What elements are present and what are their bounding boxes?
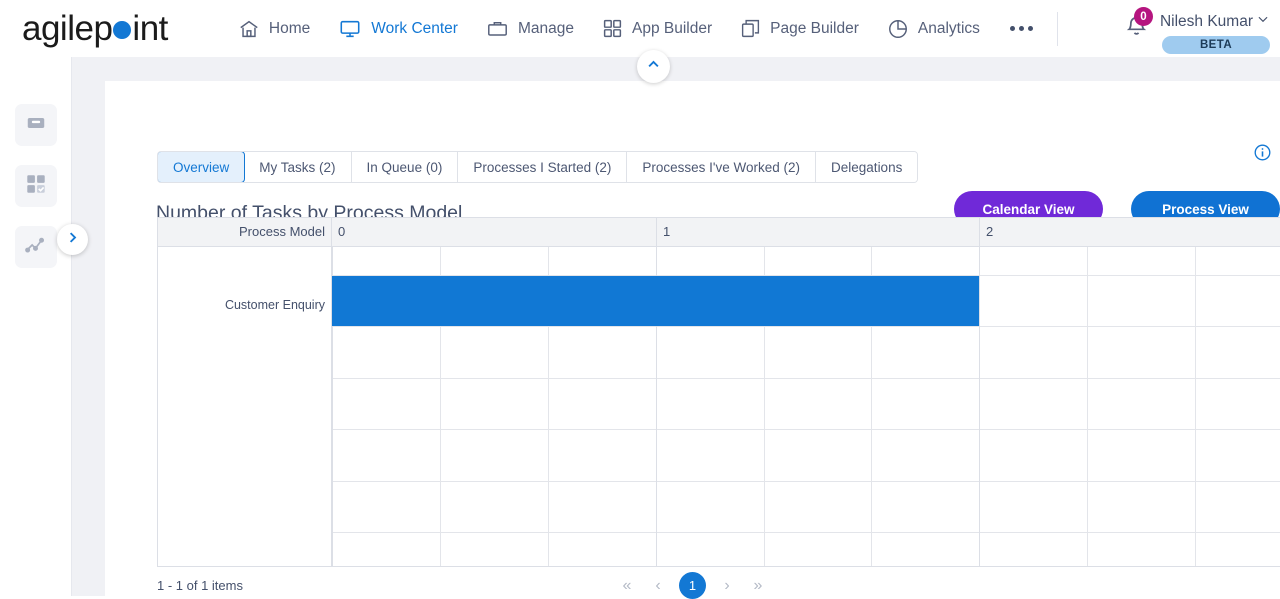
x-axis-tick-2: 2 (979, 218, 993, 246)
pagination-first-button[interactable]: « (617, 577, 637, 595)
logo-dot-icon (113, 20, 132, 39)
agilepoint-logo[interactable]: agilep int (22, 9, 168, 49)
tab-delegations[interactable]: Delegations (816, 152, 918, 182)
x-axis-tick-0: 0 (338, 224, 346, 239)
nav-item-manage[interactable]: Manage (472, 12, 588, 46)
info-circle-icon[interactable] (1253, 143, 1272, 167)
nav-more-options-button[interactable] (994, 20, 1049, 37)
chart-vgrid-major (979, 247, 980, 566)
home-icon (238, 18, 260, 40)
main-nav: Home Work Center Manage App Builder Page (224, 11, 1062, 46)
sidebar-item-inbox[interactable] (14, 104, 57, 146)
left-sidebar-rail (0, 57, 88, 596)
inbox-icon (25, 112, 47, 139)
dot-icon (1018, 26, 1024, 31)
work-center-tabs: Overview My Tasks (2) In Queue (0) Proce… (157, 151, 919, 183)
chart-hgrid (332, 378, 1280, 379)
nav-item-page-builder[interactable]: Page Builder (726, 12, 873, 45)
logo-text-part1: agilep (22, 8, 113, 48)
pagination-page-1-button[interactable]: 1 (679, 572, 706, 599)
tasks-by-process-model-chart: Process Model 0 1 2 Customer Enquiry (157, 217, 1280, 567)
nav-item-analytics[interactable]: Analytics (873, 12, 994, 46)
bar-customer-enquiry[interactable] (332, 276, 979, 326)
beta-badge: BETA (1162, 36, 1270, 54)
notification-count-badge: 0 (1133, 7, 1153, 26)
analytics-line-icon (24, 233, 47, 261)
collapse-header-button[interactable] (637, 50, 670, 83)
nav-label: Page Builder (770, 19, 859, 37)
tab-label: Overview (173, 159, 230, 175)
tab-label: Processes I Started (2) (473, 159, 612, 175)
tab-my-tasks[interactable]: My Tasks (2) (244, 152, 352, 182)
user-name-button[interactable]: Nilesh Kumar (1160, 12, 1270, 31)
sidebar-item-tasks[interactable] (14, 165, 57, 207)
work-center-card: Overview My Tasks (2) In Queue (0) Proce… (105, 81, 1280, 599)
nav-item-app-builder[interactable]: App Builder (588, 12, 726, 45)
tab-processes-ive-worked[interactable]: Processes I've Worked (2) (627, 152, 817, 182)
nav-label: Work Center (371, 19, 458, 37)
tab-processes-i-started[interactable]: Processes I Started (2) (458, 152, 628, 182)
tab-overview[interactable]: Overview (158, 152, 246, 182)
chart-hgrid (332, 481, 1280, 482)
briefcase-icon (486, 18, 509, 40)
dot-icon (1027, 26, 1033, 31)
chart-plot-area (332, 247, 1280, 566)
nav-label: Home (268, 19, 311, 37)
chevron-up-icon (646, 57, 661, 77)
nav-item-home[interactable]: Home (224, 12, 324, 46)
pages-icon (740, 18, 761, 39)
chart-vgrid-minor (1195, 247, 1196, 566)
tab-label: Delegations (831, 159, 903, 175)
chart-hgrid (332, 429, 1280, 430)
nav-label: App Builder (631, 19, 713, 37)
tasks-grid-icon (25, 173, 47, 200)
monitor-icon (338, 18, 362, 40)
tab-label: In Queue (0) (366, 159, 443, 175)
sidebar-item-analytics[interactable] (14, 226, 57, 268)
grid-icon (602, 18, 623, 39)
category-label: Customer Enquiry (224, 298, 325, 312)
chart-hgrid (332, 326, 1280, 327)
pagination: « ‹ 1 › » (105, 572, 1280, 599)
pagination-next-button[interactable]: › (717, 577, 737, 595)
nav-divider (1056, 11, 1058, 46)
tab-label: Processes I've Worked (2) (642, 159, 801, 175)
chevron-right-icon (65, 230, 80, 250)
chart-plot-body: Customer Enquiry (158, 247, 1280, 566)
nav-label: Analytics (917, 19, 980, 37)
user-area: 0 Nilesh Kumar BETA (1123, 0, 1270, 57)
expand-sidebar-button[interactable] (57, 224, 88, 255)
notifications-button[interactable]: 0 (1123, 7, 1153, 44)
dot-icon (1009, 26, 1015, 31)
chart-hgrid (332, 532, 1280, 533)
pie-chart-icon (887, 18, 909, 40)
nav-label: Manage (517, 19, 574, 37)
page-canvas: Overview My Tasks (2) In Queue (0) Proce… (72, 57, 1280, 599)
category-label-column: Customer Enquiry (158, 247, 332, 566)
x-axis-tick-1: 1 (656, 218, 670, 246)
pagination-last-button[interactable]: » (748, 577, 768, 595)
user-menu: Nilesh Kumar BETA (1160, 12, 1270, 54)
logo-text-part2: int (132, 8, 168, 48)
top-navigation-bar: agilep int Home Work Center Manage App B… (0, 0, 1280, 57)
chart-axis-header: Process Model 0 1 2 (158, 218, 1280, 247)
pagination-prev-button[interactable]: ‹ (648, 577, 668, 595)
category-axis-header: Process Model (158, 218, 332, 246)
nav-item-work-center[interactable]: Work Center (324, 12, 472, 46)
tab-label: My Tasks (2) (259, 159, 336, 175)
user-name-label: Nilesh Kumar (1159, 12, 1253, 30)
chart-vgrid-minor (1087, 247, 1088, 566)
bell-icon (1123, 16, 1150, 43)
tab-in-queue[interactable]: In Queue (0) (351, 152, 459, 182)
chevron-down-icon (1256, 12, 1270, 31)
